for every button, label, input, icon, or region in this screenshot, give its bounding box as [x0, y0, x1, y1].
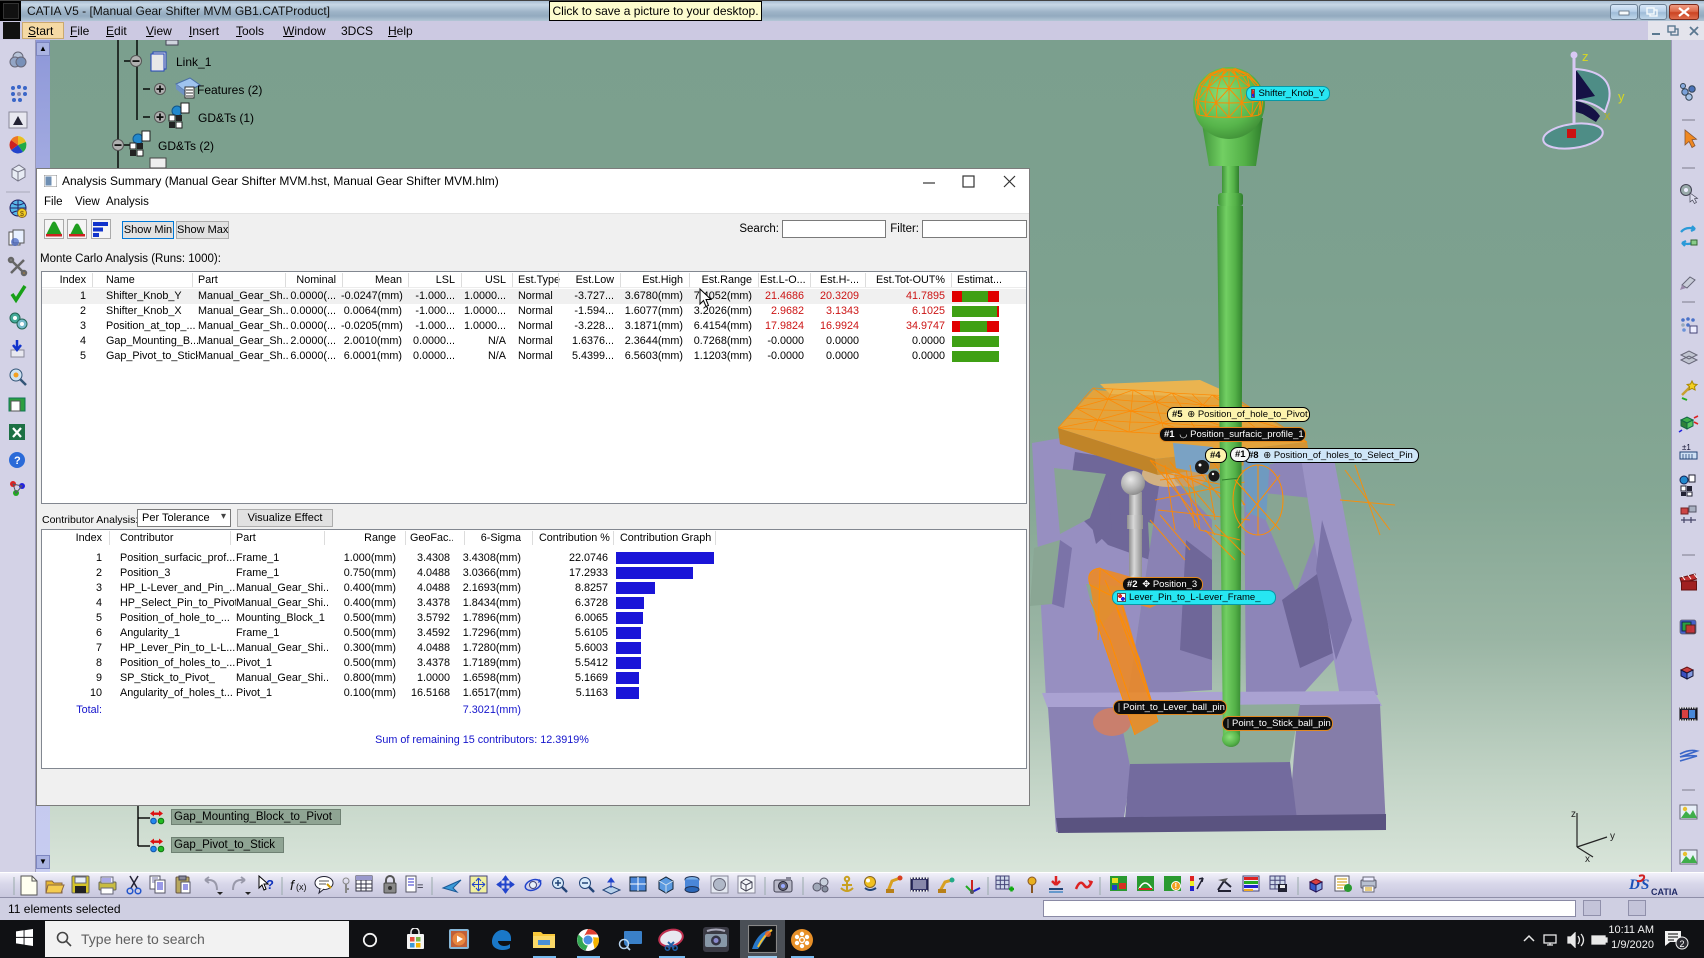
svg-text:?: ? — [266, 877, 274, 892]
svg-text:z: z — [1571, 809, 1576, 820]
svg-text:y: y — [1618, 89, 1625, 104]
svg-text:x: x — [1604, 108, 1611, 123]
svg-text:?: ? — [14, 455, 21, 467]
svg-text:±1: ±1 — [1682, 443, 1691, 452]
svg-text:D: D — [1628, 877, 1640, 893]
svg-text:z: z — [1582, 49, 1589, 64]
svg-text:y: y — [1610, 831, 1615, 842]
svg-text:(x): (x) — [296, 882, 307, 892]
svg-text:x: x — [1585, 854, 1590, 865]
svg-text:=: = — [417, 881, 423, 893]
svg-text:!: ! — [1175, 882, 1178, 891]
svg-text:2: 2 — [1680, 939, 1685, 949]
svg-text:$: $ — [20, 211, 24, 218]
svg-text:CATIA: CATIA — [1651, 887, 1678, 897]
